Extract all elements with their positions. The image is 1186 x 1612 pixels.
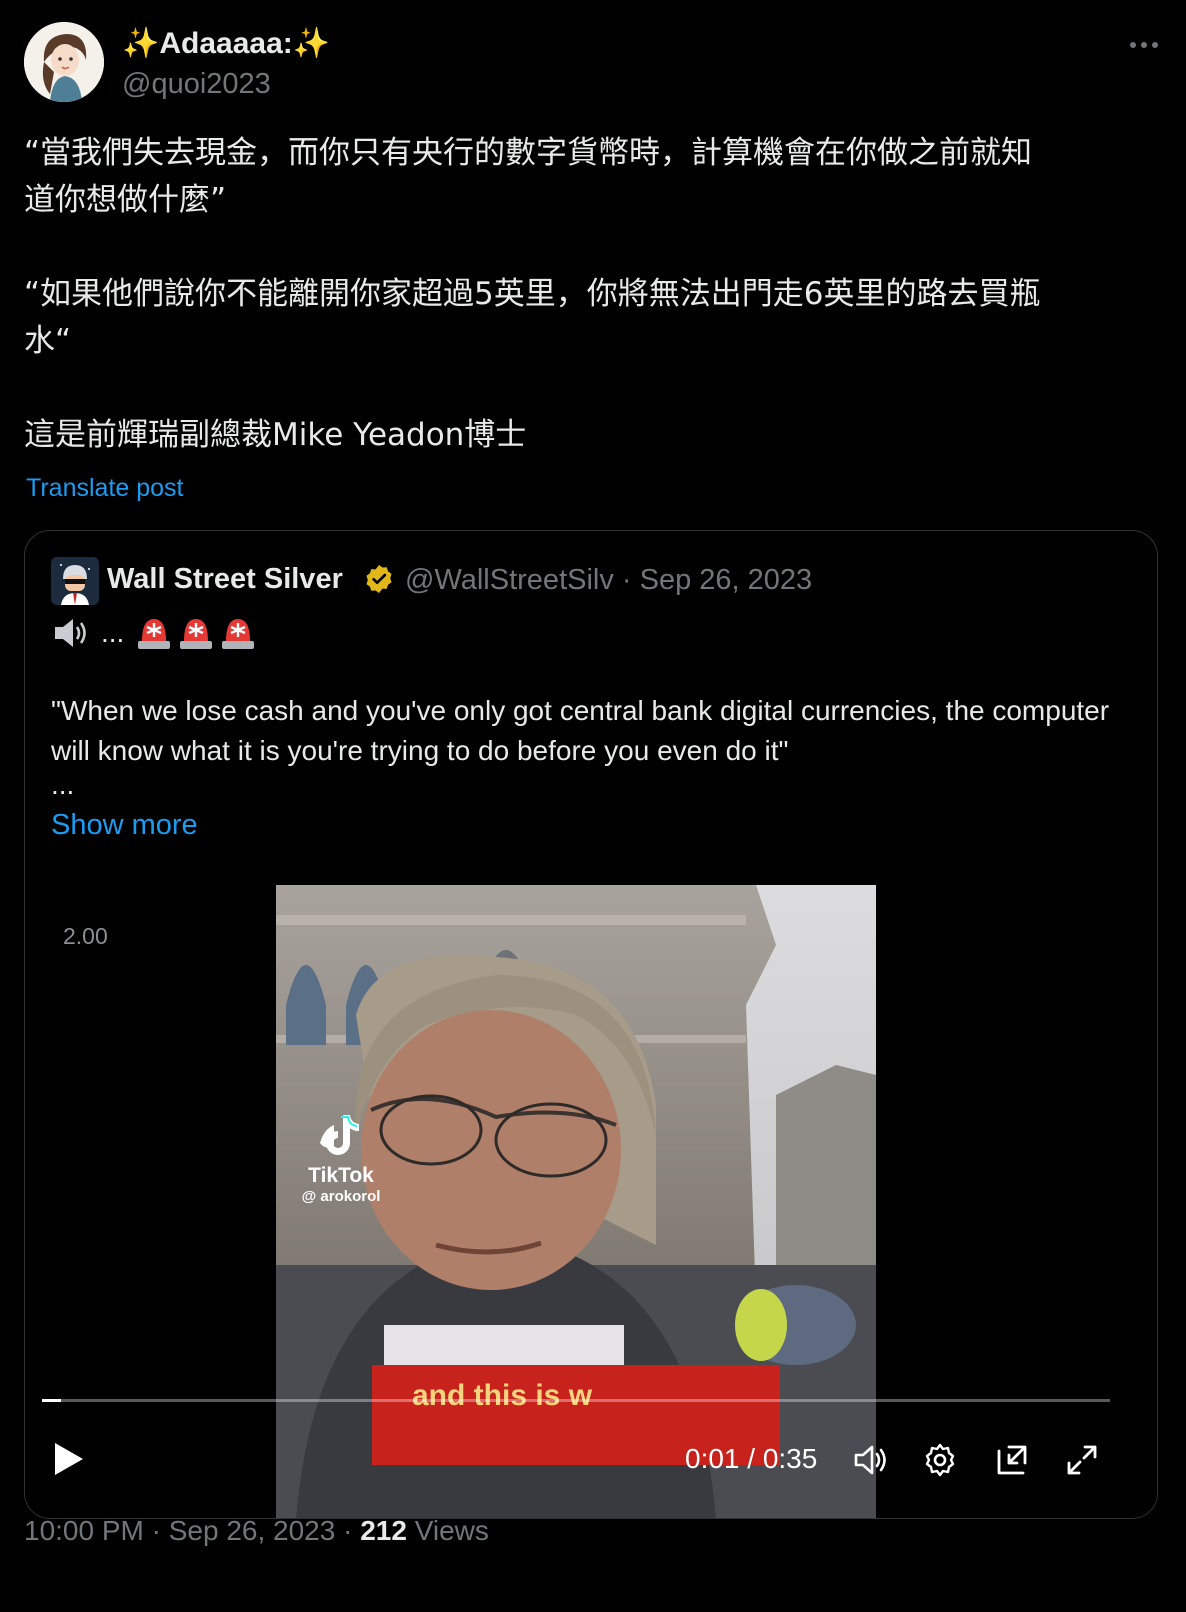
tiktok-icon [326,1115,359,1155]
video-frame[interactable]: TikTok @ arokorol and this is w [276,885,876,1518]
tiktok-watermark: TikTok @ arokorol [286,1113,396,1205]
show-more-link[interactable]: Show more [51,809,198,842]
settings-icon[interactable] [921,1441,959,1479]
verified-badge-icon [366,565,392,593]
emoji-line-dots: ... [101,617,125,648]
translate-post-link[interactable]: Translate post [26,474,183,503]
quote-author-avatar[interactable] [51,557,99,605]
quote-author-handle[interactable]: @WallStreetSilv · Sep 26, 2023 [405,564,812,597]
video-player[interactable]: 2.00 TikTok @ arokorol and this is w 0:0… [25,885,1157,1518]
post-text-line: 水“ [24,323,72,359]
video-overlay-label: 2.00 [63,923,108,949]
subtitle-text: and this is w [412,1379,593,1412]
post-timestamp[interactable]: 10:00 PM · Sep 26, 2023 · [24,1515,360,1546]
post-text-line: 道你想做什麼” [24,182,227,218]
play-icon[interactable] [51,1441,85,1477]
quote-body-text: "When we lose cash and you've only got c… [51,695,1110,766]
fullscreen-icon[interactable] [1063,1441,1101,1479]
siren-icon [222,619,255,649]
volume-icon[interactable] [851,1441,889,1479]
author-handle[interactable]: @quoi2023 [122,68,271,101]
views-label: Views [406,1515,489,1546]
post-header: ✨Adaaaaa:✨ @quoi2023 [24,22,1164,102]
post-text-line: 這是前輝瑞副總裁Mike Yeadon博士 [24,417,527,453]
video-time: 0:01 / 0:35 [685,1443,818,1474]
siren-icon [138,619,171,649]
post-text-line: “當我們失去現金，而你只有央行的數字貨幣時，計算機會在你做之前就知 [24,135,1033,171]
quote-ellipsis: ... [51,769,75,800]
video-progress-bar[interactable] [42,1399,1110,1402]
video-progress-fill [42,1399,62,1402]
quote-author-name[interactable]: Wall Street Silver [107,563,343,596]
author-avatar[interactable] [24,22,104,102]
more-icon[interactable] [1124,30,1164,60]
author-name[interactable]: ✨Adaaaaa:✨ [122,26,330,61]
siren-icon [180,619,213,649]
post-footer: 10:00 PM · Sep 26, 2023 · 212 Views [24,1515,489,1547]
quote-emoji-line: ... [51,611,256,655]
post-text: “當我們失去現金，而你只有央行的數字貨幣時，計算機會在你做之前就知 道你想做什麼… [24,130,1164,459]
tiktok-brand: TikTok [308,1164,374,1187]
quoted-post[interactable]: Wall Street Silver @WallStreetSilv · Sep… [24,530,1158,1519]
post-text-line: “如果他們說你不能離開你家超過5英里，你將無法出門走6英里的路去買瓶 [24,276,1041,312]
views-count: 212 [360,1515,407,1546]
tiktok-user: @ arokorol [301,1188,381,1205]
speaker-icon [55,619,86,647]
pip-icon[interactable] [993,1441,1031,1479]
